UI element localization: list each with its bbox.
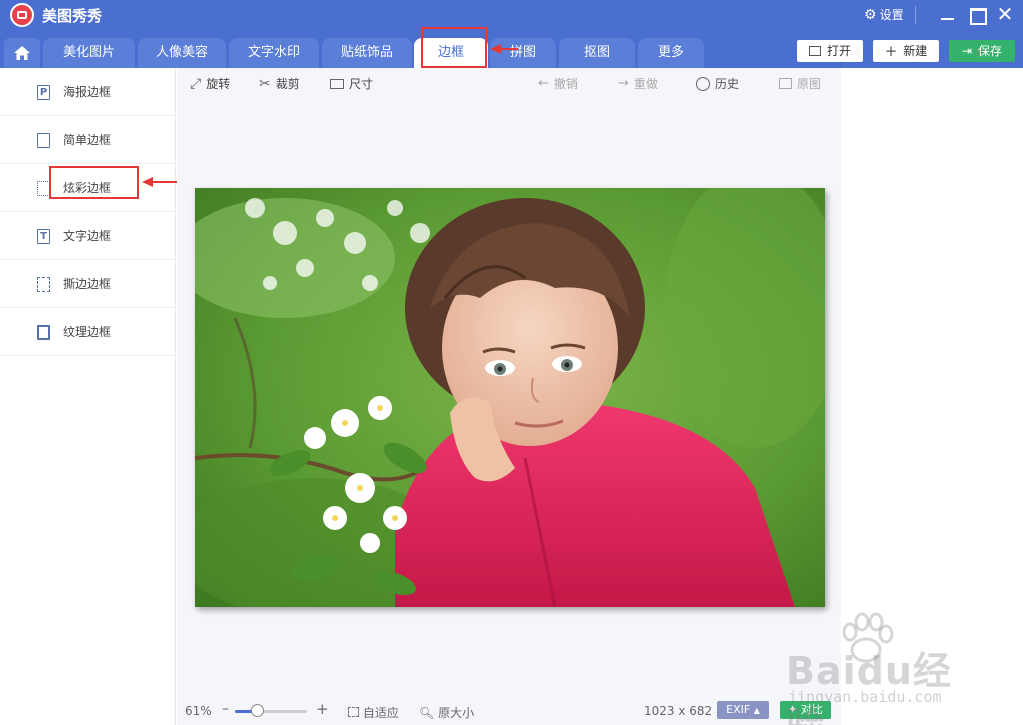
sidebar-item-label: 简单边框 — [63, 133, 112, 147]
actual-size-label: 原大小 — [438, 706, 475, 720]
settings-label: 设置 — [879, 8, 904, 22]
redo-label: 重做 — [633, 77, 658, 91]
fit-button[interactable]: 自适应 — [348, 704, 399, 721]
tab-stickers[interactable]: 贴纸饰品 — [322, 38, 412, 68]
sidebar-item-label: 文字边框 — [63, 229, 112, 243]
history-button[interactable]: 历史 — [696, 75, 739, 92]
sidebar-item-label: 纹理边框 — [63, 325, 112, 339]
gear-icon: ⚙ — [864, 6, 877, 23]
title-bar: 美图秀秀 ⚙ 设置 ✕ — [0, 0, 1023, 30]
history-label: 历史 — [715, 77, 740, 91]
settings-button[interactable]: ⚙ 设置 — [864, 6, 904, 23]
zoom-out-button[interactable]: – — [222, 701, 229, 717]
sidebar-item-torn-edge-frame[interactable]: 撕边边框 — [0, 260, 176, 308]
compare-label: 对比 — [800, 703, 823, 716]
resize-icon — [330, 78, 344, 89]
save-button[interactable]: ⇥ 保存 — [949, 40, 1015, 62]
undo-button[interactable]: ← 撤销 — [538, 75, 578, 92]
annotation-arrow-tab-line — [500, 48, 518, 50]
scissors-icon: ✂ — [259, 75, 271, 92]
torn-edge-frame-icon — [37, 277, 50, 292]
title-separator — [915, 6, 916, 24]
save-label: 保存 — [978, 44, 1003, 58]
app-logo-icon — [10, 3, 34, 27]
compare-button[interactable]: ✦ 对比 — [780, 701, 831, 719]
simple-frame-icon — [37, 133, 50, 148]
poster-frame-icon: P — [37, 85, 50, 100]
crop-label: 裁剪 — [275, 77, 300, 91]
size-label: 尺寸 — [349, 77, 374, 91]
compare-star-icon: ✦ — [788, 703, 798, 716]
tab-text-watermark[interactable]: 文字水印 — [229, 38, 319, 68]
sidebar-item-texture-frame[interactable]: 纹理边框 — [0, 308, 176, 356]
tab-portrait[interactable]: 人像美容 — [138, 38, 226, 68]
exif-button[interactable]: EXIF ▲ — [717, 701, 769, 719]
right-panel — [842, 68, 1023, 725]
undo-label: 撤销 — [553, 77, 578, 91]
rotate-button[interactable]: ⤢ 旋转 — [190, 75, 230, 92]
highlight-box-colorful-frame — [49, 166, 139, 199]
sidebar-item-label: 撕边边框 — [63, 277, 112, 291]
exif-label: EXIF — [726, 703, 751, 716]
redo-button[interactable]: → 重做 — [618, 75, 658, 92]
tab-beautify[interactable]: 美化图片 — [43, 38, 135, 68]
original-button[interactable]: 原图 — [779, 75, 821, 92]
actual-size-button[interactable]: 🔍︎ 原大小 — [419, 704, 474, 721]
sidebar-item-text-frame[interactable]: T 文字边框 — [0, 212, 176, 260]
sidebar-item-simple-frame[interactable]: 简单边框 — [0, 116, 176, 164]
texture-frame-icon — [37, 325, 50, 340]
fit-label: 自适应 — [362, 706, 399, 720]
open-label: 打开 — [826, 44, 851, 58]
rotate-icon: ⤢ — [190, 75, 202, 92]
plus-icon: + — [884, 42, 898, 60]
caret-up-icon: ▲ — [753, 706, 760, 715]
tab-cutout[interactable]: 抠图 — [559, 38, 635, 68]
zoom-slider-track[interactable] — [235, 710, 307, 713]
magnifier-icon: 🔍︎ — [419, 706, 435, 720]
tab-more[interactable]: 更多 — [638, 38, 704, 68]
maximize-button[interactable] — [966, 4, 988, 26]
open-button[interactable]: 打开 — [797, 40, 863, 62]
picture-icon — [779, 78, 792, 89]
export-icon: ⇥ — [961, 44, 973, 58]
sidebar-item-poster-frame[interactable]: P 海报边框 — [0, 68, 176, 116]
app-title: 美图秀秀 — [42, 7, 103, 25]
zoom-percent: 61% — [185, 704, 212, 718]
home-tab[interactable] — [4, 38, 40, 68]
canvas-area: ⤢ 旋转 ✂ 裁剪 尺寸 ← 撤销 → 重做 历史 原图 61% – + 自适应… — [177, 68, 841, 725]
undo-arrow-icon: ← — [538, 76, 549, 91]
rotate-label: 旋转 — [206, 77, 231, 91]
clock-icon — [696, 76, 710, 91]
size-button[interactable]: 尺寸 — [330, 75, 373, 92]
close-button[interactable]: ✕ — [994, 4, 1016, 26]
fit-icon — [348, 707, 359, 717]
sidebar-item-label: 海报边框 — [63, 85, 112, 99]
crop-button[interactable]: ✂ 裁剪 — [259, 75, 300, 92]
image-dimensions: 1023 x 682 — [644, 704, 713, 718]
photo-illustration — [195, 188, 825, 607]
home-icon — [14, 46, 30, 60]
text-frame-icon: T — [37, 229, 50, 244]
minimize-button[interactable] — [937, 4, 959, 26]
edited-photo[interactable] — [195, 188, 825, 607]
redo-arrow-icon: → — [618, 76, 629, 91]
new-label: 新建 — [903, 44, 928, 58]
zoom-in-button[interactable]: + — [316, 700, 329, 718]
zoom-slider-handle[interactable] — [250, 704, 264, 717]
image-icon — [808, 46, 821, 56]
highlight-box-frames-tab — [421, 27, 487, 68]
original-label: 原图 — [797, 77, 822, 91]
new-button[interactable]: + 新建 — [873, 40, 939, 62]
